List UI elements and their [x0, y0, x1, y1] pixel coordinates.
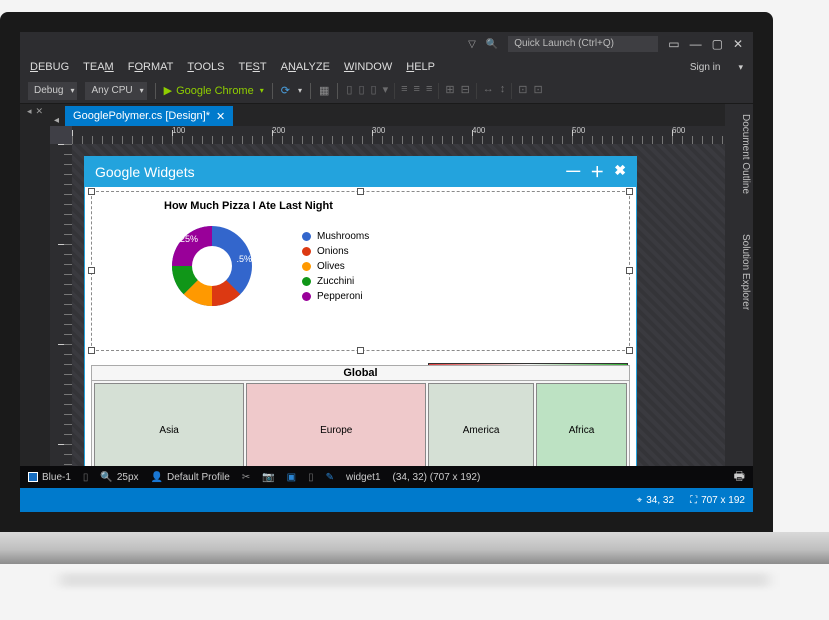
separator: ▯ — [83, 472, 89, 483]
vertical-ruler — [50, 144, 72, 488]
cut-icon[interactable]: ✂ — [242, 472, 250, 483]
widgets-titlebar[interactable]: Google Widgets — ＋ ✖ — [85, 157, 636, 187]
menu-analyze[interactable]: ANALYZE — [281, 61, 330, 73]
theme-chip[interactable]: Blue-1 — [28, 472, 71, 483]
solution-explorer-tab[interactable]: Solution Explorer — [740, 234, 751, 310]
maximize-icon[interactable]: ▢ — [712, 37, 723, 51]
zoom-px[interactable]: 🔍25px — [100, 472, 138, 483]
notif-icon[interactable]: ▭ — [668, 37, 679, 51]
align-left-icon[interactable]: ▯ — [346, 83, 352, 99]
menu-format[interactable]: FORMAT — [128, 61, 174, 73]
legend-item: Onions — [302, 244, 369, 259]
resize-handle[interactable] — [357, 188, 364, 195]
selection-size: ⛶707 x 192 — [690, 495, 745, 506]
treemap-cell-europe[interactable]: Europe — [246, 383, 426, 477]
document-tab[interactable]: GooglePolymer.cs [Design]* ✕ — [65, 106, 233, 126]
widgets-title: Google Widgets — [95, 164, 195, 180]
quick-launch-input[interactable]: Quick Launch (Ctrl+Q) — [508, 36, 658, 52]
legend-item: Pepperoni — [302, 289, 369, 304]
tab-nav-prev-icon[interactable]: ◂ — [54, 115, 59, 126]
camera-icon[interactable]: 📷 — [262, 472, 274, 483]
main-toolbar: Debug Any CPU Google Chrome▾ ⟳ ▾ ▦ ▯ ▯ ▯… — [20, 78, 753, 104]
menu-debug[interactable]: DDEBUGEBUG — [30, 61, 69, 73]
resize-handle[interactable] — [626, 188, 633, 195]
document-outline-tab[interactable]: Document Outline — [740, 114, 751, 194]
resize-handle[interactable] — [357, 347, 364, 354]
close-tab-icon[interactable]: ✕ — [216, 110, 225, 123]
designer-status-bar: Blue-1 ▯ 🔍25px 👤Default Profile ✂ 📷 ▣ ▯ … — [20, 466, 753, 488]
minimize-icon[interactable]: — — [690, 37, 702, 51]
selection-icon[interactable]: ▣ — [287, 472, 296, 483]
profile-chip[interactable]: 👤Default Profile — [151, 472, 230, 483]
treemap-header: Global — [91, 365, 630, 380]
widgets-minimize-icon[interactable]: — — [566, 162, 580, 182]
chart-legend: Mushrooms Onions Olives Zucchini Peppero… — [302, 229, 369, 304]
run-button[interactable]: Google Chrome▾ — [164, 84, 264, 97]
config-select[interactable]: Debug — [28, 82, 77, 100]
pencil-icon[interactable]: ✎ — [326, 472, 334, 483]
gutter-close-icon[interactable]: ✕ — [35, 106, 43, 117]
resize-handle[interactable] — [88, 347, 95, 354]
chart-title: How Much Pizza I Ate Last Night — [164, 200, 629, 212]
resize-handle[interactable] — [626, 347, 633, 354]
refresh-icon[interactable]: ⟳ — [281, 84, 290, 97]
legend-item: Mushrooms — [302, 229, 369, 244]
pie-chart-widget[interactable]: How Much Pizza I Ate Last Night — [91, 191, 630, 351]
left-gutter: ◂ ✕ — [20, 104, 50, 488]
print-icon[interactable]: 🖶 — [734, 467, 745, 488]
donut-chart: 25% .5% — [162, 216, 262, 316]
cpu-select[interactable]: Any CPU — [85, 82, 146, 100]
sign-in-chevron-icon[interactable]: ▾ — [738, 62, 743, 73]
search-icon[interactable]: 🔍 — [486, 39, 498, 50]
gutter-chevron-icon[interactable]: ◂ — [27, 106, 32, 117]
align-center-icon[interactable]: ▯ — [358, 83, 364, 99]
treemap-cell-asia[interactable]: Asia — [94, 383, 244, 477]
close-window-icon[interactable]: ✕ — [733, 37, 743, 51]
google-widgets-window: Google Widgets — ＋ ✖ — [84, 156, 637, 488]
selected-widget-name: widget1 — [346, 472, 380, 483]
widgets-close-icon[interactable]: ✖ — [614, 162, 626, 182]
align-right-icon[interactable]: ▯ — [371, 83, 377, 99]
sep: ▯ — [308, 472, 314, 483]
legend-item: Olives — [302, 259, 369, 274]
treemap-cell-america[interactable]: America — [428, 383, 534, 477]
selected-widget-geom: (34, 32) (707 x 192) — [393, 472, 481, 483]
menu-test[interactable]: TEST — [238, 61, 266, 73]
laptop-base — [0, 532, 829, 564]
status-bar: ⌖34, 32 ⛶707 x 192 — [20, 488, 753, 512]
ide-window: ▽ 🔍 Quick Launch (Ctrl+Q) ▭ — ▢ ✕ DDEBUG… — [0, 12, 773, 532]
main-menubar: DDEBUGEBUG TEAM FORMAT TOOLS TEST ANALYZ… — [20, 56, 753, 78]
menu-team[interactable]: TEAM — [83, 61, 114, 73]
menu-window[interactable]: WINDOW — [344, 61, 392, 73]
resize-handle[interactable] — [88, 188, 95, 195]
menu-help[interactable]: HELP — [406, 61, 435, 73]
cursor-pos: ⌖34, 32 — [637, 495, 674, 506]
legend-item: Zucchini — [302, 274, 369, 289]
toolbox-icon[interactable]: ▦ — [319, 84, 329, 97]
filter-icon[interactable]: ▽ — [468, 39, 476, 50]
resize-handle[interactable] — [88, 267, 95, 274]
menu-tools[interactable]: TOOLS — [187, 61, 224, 73]
resize-handle[interactable] — [626, 267, 633, 274]
treemap-cell-africa[interactable]: Africa — [536, 383, 627, 477]
widgets-add-icon[interactable]: ＋ — [590, 162, 604, 182]
sign-in-link[interactable]: Sign in — [690, 62, 721, 73]
slice-label-pepperoni: 25% — [180, 234, 198, 244]
horizontal-ruler: 100 200 300 400 500 600 700 — [72, 126, 725, 144]
slice-label-mushrooms: .5% — [236, 254, 252, 264]
